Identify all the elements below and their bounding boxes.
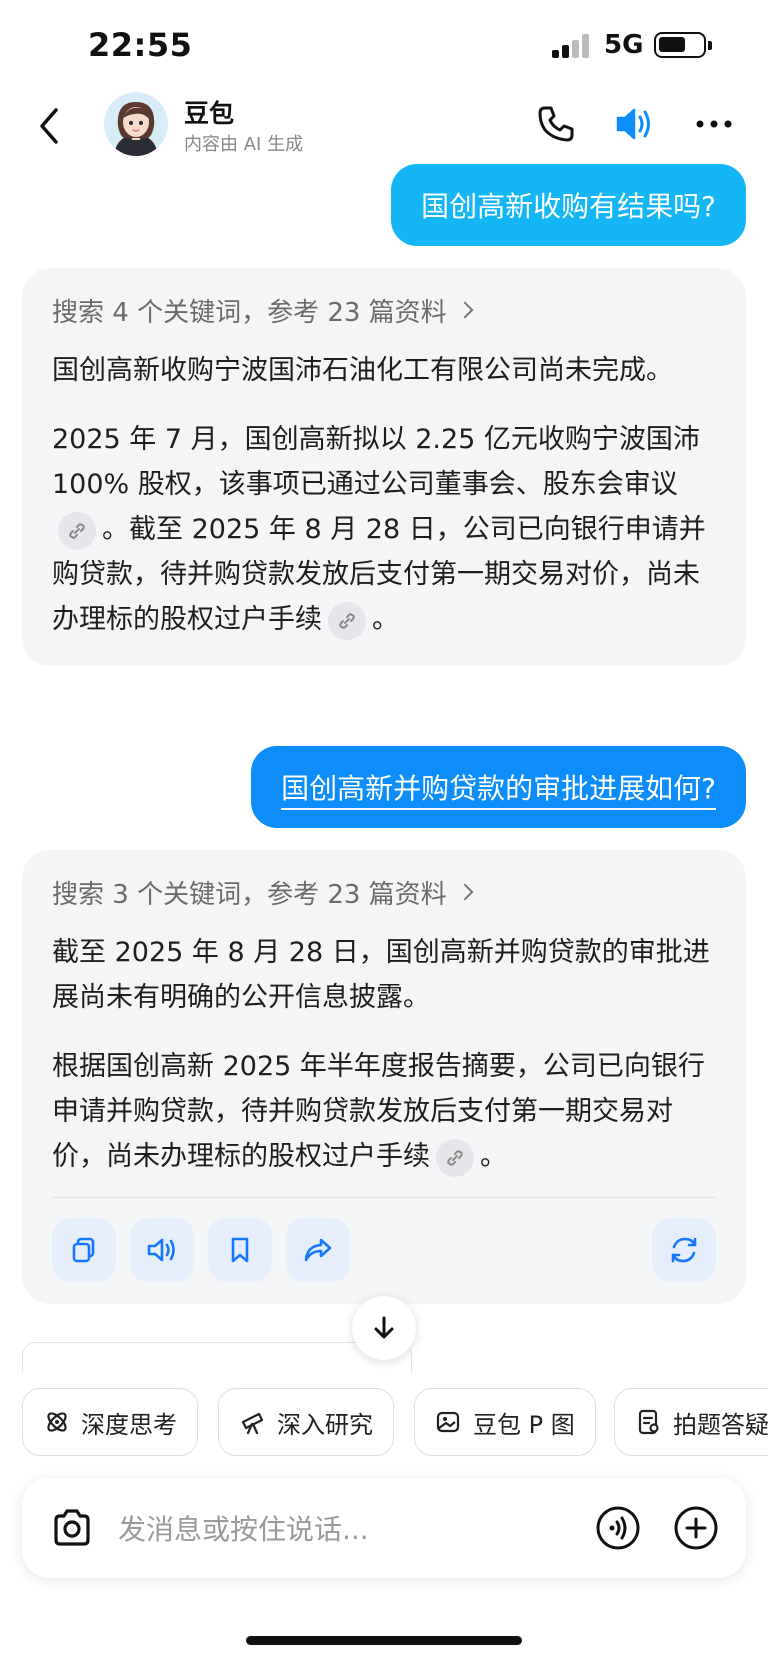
search-summary-link[interactable]: 搜索 3 个关键词，参考 23 篇资料 (52, 874, 716, 910)
ai-generated-note: 内容由 AI 生成 (184, 134, 304, 155)
answer-paragraph: 国创高新收购宁波国沛石油化工有限公司尚未完成。 (52, 355, 673, 386)
arrow-down-icon (374, 1316, 394, 1339)
shortcut-bar: 深度思考 深入研究 豆包 P 图 拍题答疑 (0, 1388, 768, 1456)
suggestion-card-peek (22, 1342, 412, 1372)
status-bar: 22:55 5G (0, 0, 768, 88)
share-icon (304, 1238, 332, 1262)
message-input-bar: 发消息或按住说话... (22, 1478, 746, 1578)
search-summary-text: 搜索 4 个关键词，参考 23 篇资料 (52, 297, 447, 328)
citation-link-icon[interactable] (436, 1138, 474, 1177)
answer-paragraph: 截至 2025 年 8 月 28 日，国创高新并购贷款的审批进展尚未有明确的公开… (52, 937, 710, 1013)
assistant-message: 搜索 4 个关键词，参考 23 篇资料 国创高新收购宁波国沛石油化工有限公司尚未… (22, 268, 746, 666)
user-message[interactable]: 国创高新并购贷款的审批进展如何? (251, 746, 746, 828)
more-icon[interactable] (692, 102, 736, 146)
assistant-message: 搜索 3 个关键词，参考 23 篇资料 截至 2025 年 8 月 28 日，国… (22, 850, 746, 1304)
paragraph-text: 。 (480, 1141, 507, 1172)
network-label: 5G (604, 30, 644, 60)
search-summary-text: 搜索 3 个关键词，参考 23 篇资料 (52, 879, 447, 910)
avatar[interactable] (104, 92, 168, 156)
chevron-right-icon (456, 301, 474, 319)
chat-header: 豆包 内容由 AI 生成 (0, 88, 768, 164)
message-actions (52, 1218, 716, 1282)
answer-paragraph: 2025 年 7 月，国创高新拟以 2.25 亿元收购宁波国沛 100% 股权，… (52, 417, 716, 642)
shortcut-label: 深入研究 (277, 1410, 373, 1439)
shortcut-p-image[interactable]: 豆包 P 图 (414, 1388, 596, 1456)
shortcut-label: 深度思考 (81, 1410, 177, 1439)
divider (52, 1197, 716, 1198)
page-title: 豆包 (184, 99, 235, 128)
paragraph-text: 。 (372, 604, 399, 635)
paragraph-text: 2025 年 7 月，国创高新拟以 2.25 亿元收购宁波国沛 100% 股权，… (52, 424, 700, 500)
paragraph-text: 根据国创高新 2025 年半年度报告摘要，公司已向银行申请并购贷款，待并购贷款发… (52, 1051, 705, 1172)
share-button[interactable] (286, 1218, 350, 1282)
shortcut-photo-question[interactable]: 拍题答疑 (614, 1388, 768, 1456)
citation-link-icon[interactable] (328, 601, 366, 640)
bookmark-button[interactable] (208, 1218, 272, 1282)
telescope-icon (241, 1412, 264, 1435)
message-input[interactable]: 发消息或按住说话... (118, 1508, 369, 1548)
speaker-icon[interactable] (612, 102, 656, 146)
shortcut-deep-think[interactable]: 深度思考 (22, 1388, 198, 1456)
copy-button[interactable] (52, 1218, 116, 1282)
bookmark-icon (231, 1237, 249, 1263)
add-attachment-icon[interactable] (672, 1504, 720, 1552)
status-time: 22:55 (88, 26, 193, 64)
battery-icon (654, 32, 712, 58)
answer-paragraph: 根据国创高新 2025 年半年度报告摘要，公司已向银行申请并购贷款，待并购贷款发… (52, 1044, 716, 1179)
search-summary-link[interactable]: 搜索 4 个关键词，参考 23 篇资料 (52, 292, 716, 328)
read-aloud-icon (147, 1238, 175, 1262)
camera-icon[interactable] (48, 1504, 96, 1552)
atom-icon (47, 1412, 67, 1432)
back-arrow-icon[interactable] (30, 102, 70, 150)
read-aloud-button[interactable] (130, 1218, 194, 1282)
image-edit-icon (436, 1411, 460, 1433)
user-message-text: 国创高新并购贷款的审批进展如何? (281, 772, 716, 805)
voice-input-icon[interactable] (594, 1504, 642, 1552)
scan-question-icon (638, 1409, 659, 1435)
shortcut-label: 拍题答疑 (673, 1410, 768, 1439)
scroll-to-bottom-button[interactable] (352, 1296, 416, 1360)
chevron-right-icon (456, 883, 474, 901)
shortcut-label: 豆包 P 图 (473, 1410, 575, 1439)
regenerate-icon (671, 1237, 697, 1263)
shortcut-deep-research[interactable]: 深入研究 (218, 1388, 394, 1456)
citation-link-icon[interactable] (58, 511, 96, 550)
signal-icon (552, 34, 592, 58)
home-indicator (246, 1636, 522, 1645)
regenerate-button[interactable] (652, 1218, 716, 1282)
copy-icon (72, 1237, 95, 1263)
user-message-text: 国创高新收购有结果吗? (421, 190, 716, 223)
phone-icon[interactable] (534, 102, 578, 146)
user-message[interactable]: 国创高新收购有结果吗? (391, 164, 746, 246)
